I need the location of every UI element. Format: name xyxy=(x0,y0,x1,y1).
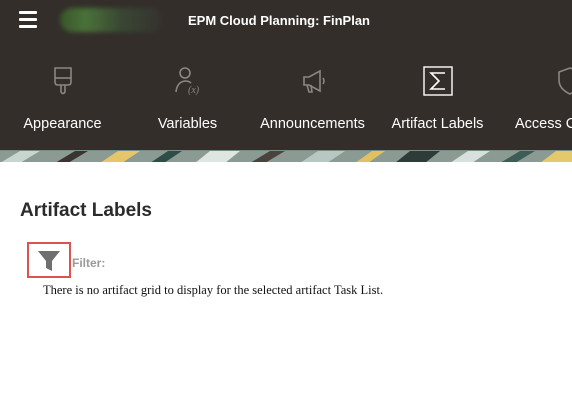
megaphone-icon xyxy=(302,69,325,93)
settings-navbar: Appearance (x) Variables Announcements A… xyxy=(0,42,572,150)
nav-item-access-control[interactable]: Access Control xyxy=(510,42,572,150)
nav-label-announcements: Announcements xyxy=(260,116,365,132)
sigma-icon xyxy=(422,66,453,96)
nav-item-variables[interactable]: (x) Variables xyxy=(135,42,240,150)
shield-icon xyxy=(558,67,572,95)
hamburger-menu-icon[interactable] xyxy=(19,11,37,29)
page-title: Artifact Labels xyxy=(20,200,152,221)
nav-label-variables: Variables xyxy=(157,116,218,132)
svg-text:(x): (x) xyxy=(188,85,200,96)
nav-item-announcements[interactable]: Announcements xyxy=(255,42,370,150)
app-title: EPM Cloud Planning: FinPlan xyxy=(188,13,370,28)
paint-brush-icon xyxy=(53,67,72,95)
oracle-logo xyxy=(60,8,162,32)
app-header: EPM Cloud Planning: FinPlan xyxy=(0,0,572,42)
empty-grid-message: There is no artifact grid to display for… xyxy=(43,283,384,297)
decorative-banner xyxy=(0,150,572,162)
nav-label-access-control: Access Control xyxy=(515,116,572,132)
nav-label-artifact-labels: Artifact Labels xyxy=(391,116,484,132)
nav-item-appearance[interactable]: Appearance xyxy=(10,42,115,150)
funnel-icon xyxy=(38,251,60,271)
nav-label-appearance: Appearance xyxy=(23,116,102,132)
nav-item-artifact-labels[interactable]: Artifact Labels xyxy=(385,42,490,150)
filter-button[interactable] xyxy=(27,242,71,278)
filter-label: Filter: xyxy=(72,256,106,270)
user-variable-icon: (x) xyxy=(174,67,200,96)
